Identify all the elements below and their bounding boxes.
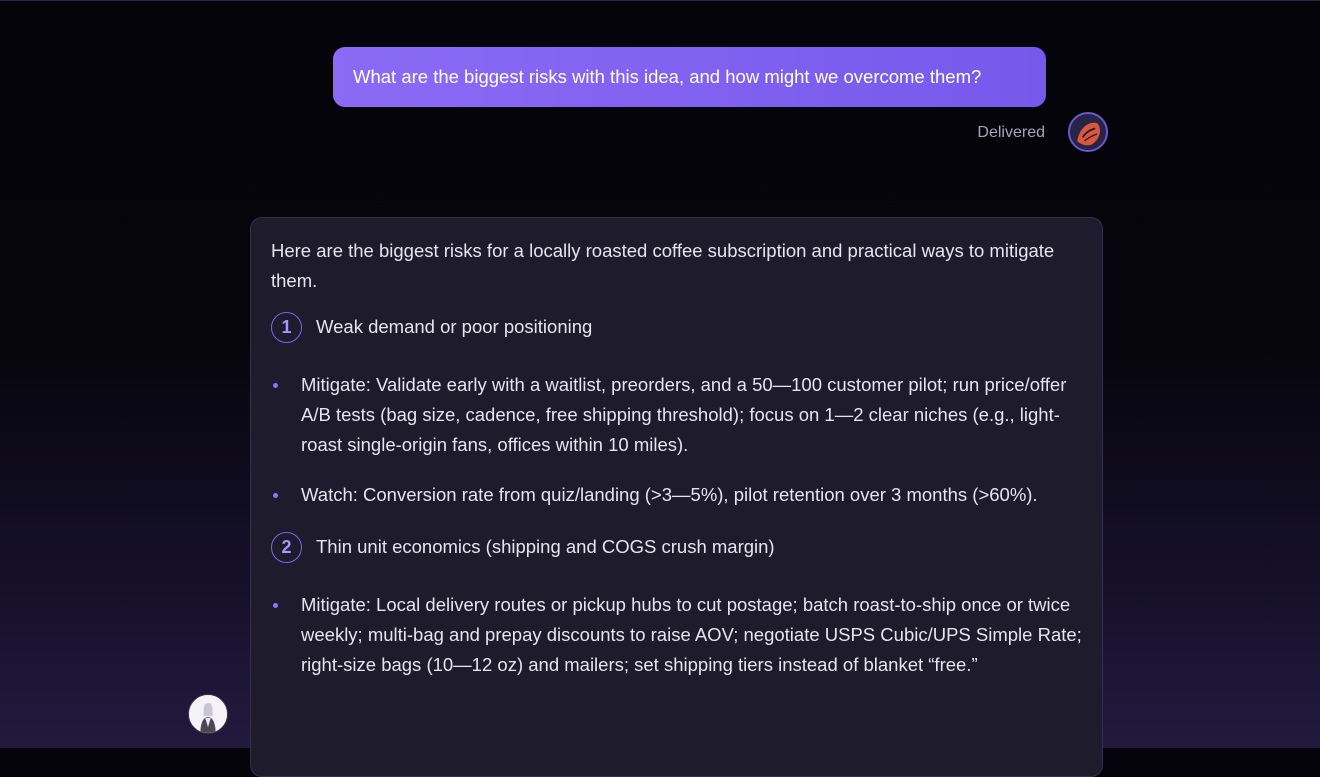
risk-2-bullets: Mitigate: Local delivery routes or picku… [271,590,1082,680]
bullet-text: Mitigate: Validate early with a waitlist… [301,374,1067,455]
risk-step-2: 2 Thin unit economics (shipping and COGS… [271,530,1082,564]
user-avatar-image [1070,114,1106,150]
assistant-avatar-image [189,695,227,733]
user-avatar-icon[interactable] [1068,112,1108,152]
step-title: Thin unit economics (shipping and COGS c… [316,536,775,557]
top-divider [0,0,1320,1]
assistant-avatar-icon[interactable] [188,694,228,734]
risk-1-bullets: Mitigate: Validate early with a waitlist… [271,370,1082,510]
step-title: Weak demand or poor positioning [316,316,593,337]
bullet-dot-icon [273,493,278,498]
list-item: Mitigate: Validate early with a waitlist… [271,370,1082,460]
bullet-text: Watch: Conversion rate from quiz/landing… [301,484,1038,505]
list-item: Watch: Conversion rate from quiz/landing… [271,480,1082,510]
assistant-intro: Here are the biggest risks for a locally… [271,240,1055,291]
bullet-dot-icon [273,383,278,388]
list-item: Mitigate: Local delivery routes or picku… [271,590,1082,680]
delivery-status: Delivered [977,124,1045,141]
step-number-badge: 1 [271,311,302,343]
bullet-text: Mitigate: Local delivery routes or picku… [301,594,1082,675]
user-message-text: What are the biggest risks with this ide… [353,66,982,87]
assistant-message-card: Here are the biggest risks for a locally… [250,217,1103,777]
user-message-bubble: What are the biggest risks with this ide… [333,47,1046,107]
bullet-dot-icon [273,603,278,608]
risk-step-1: 1 Weak demand or poor positioning [271,310,1082,344]
step-number-badge: 2 [271,531,302,563]
